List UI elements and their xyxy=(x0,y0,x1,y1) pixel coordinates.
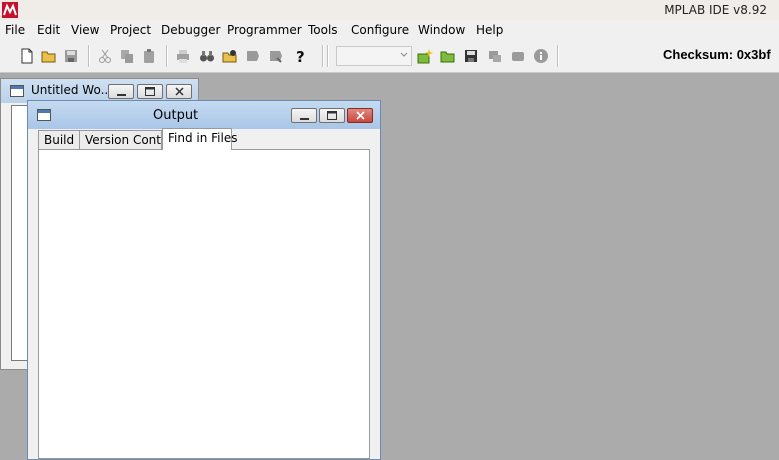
menu-tools[interactable]: Tools xyxy=(308,23,338,37)
rebuild-icon[interactable] xyxy=(510,48,526,64)
restore-icon xyxy=(145,87,155,96)
app-title: MPLAB IDE v8.92 xyxy=(664,3,767,17)
output-titlebar[interactable]: Output xyxy=(28,101,380,129)
bookmark-icon[interactable] xyxy=(245,48,261,64)
svg-text:?: ? xyxy=(296,48,305,64)
menu-edit[interactable]: Edit xyxy=(37,23,60,37)
close-button[interactable] xyxy=(166,84,192,99)
copy-icon[interactable] xyxy=(119,48,135,64)
mplab-logo-icon xyxy=(2,2,18,18)
build-config-dropdown[interactable] xyxy=(336,46,412,66)
menu-file[interactable]: File xyxy=(5,23,25,37)
open-project-icon[interactable] xyxy=(440,48,456,64)
menu-debugger[interactable]: Debugger xyxy=(161,23,220,37)
minimize-icon xyxy=(116,93,126,96)
help-question-icon[interactable]: ? xyxy=(292,48,308,64)
menubar: File Edit View Project Debugger Programm… xyxy=(0,20,779,40)
window-icon xyxy=(10,85,24,97)
toolbar-separator xyxy=(322,45,324,67)
restore-button[interactable] xyxy=(137,84,163,99)
toolbar-separator xyxy=(166,45,168,67)
save-project-icon[interactable] xyxy=(463,48,479,64)
output-title: Output xyxy=(153,108,199,123)
find-binoculars-icon[interactable] xyxy=(199,48,215,64)
tab-version-control[interactable]: Version Control xyxy=(79,130,176,149)
app-titlebar: MPLAB IDE v8.92 xyxy=(0,0,779,20)
checksum-readout: Checksum: 0x3bf xyxy=(663,47,771,62)
minimize-button[interactable] xyxy=(291,108,317,123)
save-icon[interactable] xyxy=(63,48,79,64)
output-window: Output Build Version Control Find in Fil… xyxy=(27,100,381,460)
menu-programmer[interactable]: Programmer xyxy=(227,23,302,37)
tab-build[interactable]: Build xyxy=(38,130,80,149)
output-text-pane[interactable] xyxy=(38,149,370,459)
workspace-title: Untitled Wo... xyxy=(31,83,113,97)
menu-project[interactable]: Project xyxy=(110,23,151,37)
menu-configure[interactable]: Configure xyxy=(351,23,409,37)
menu-view[interactable]: View xyxy=(71,23,99,37)
menu-window[interactable]: Window xyxy=(418,23,465,37)
window-icon xyxy=(37,109,51,121)
new-project-icon[interactable] xyxy=(417,48,433,64)
paste-icon[interactable] xyxy=(141,48,157,64)
new-file-icon[interactable] xyxy=(19,48,35,64)
cut-icon[interactable] xyxy=(97,48,113,64)
close-button[interactable] xyxy=(347,108,373,123)
restore-button[interactable] xyxy=(319,108,345,123)
next-bookmark-icon[interactable] xyxy=(268,48,284,64)
build-icon[interactable] xyxy=(487,48,503,64)
find-in-files-icon[interactable] xyxy=(222,48,238,64)
restore-icon xyxy=(327,111,337,120)
close-icon xyxy=(174,87,184,96)
toolbar-separator xyxy=(88,45,90,67)
close-icon xyxy=(355,111,365,120)
tab-find-in-files[interactable]: Find in Files xyxy=(162,128,238,150)
print-icon[interactable] xyxy=(175,48,191,64)
toolbar-separator xyxy=(557,45,559,67)
toolbar-separator xyxy=(327,45,329,67)
minimize-button[interactable] xyxy=(108,84,134,99)
chevron-down-icon xyxy=(400,52,408,57)
info-icon[interactable] xyxy=(533,48,549,64)
menu-help[interactable]: Help xyxy=(476,23,503,37)
open-folder-icon[interactable] xyxy=(41,48,57,64)
minimize-icon xyxy=(299,117,309,120)
